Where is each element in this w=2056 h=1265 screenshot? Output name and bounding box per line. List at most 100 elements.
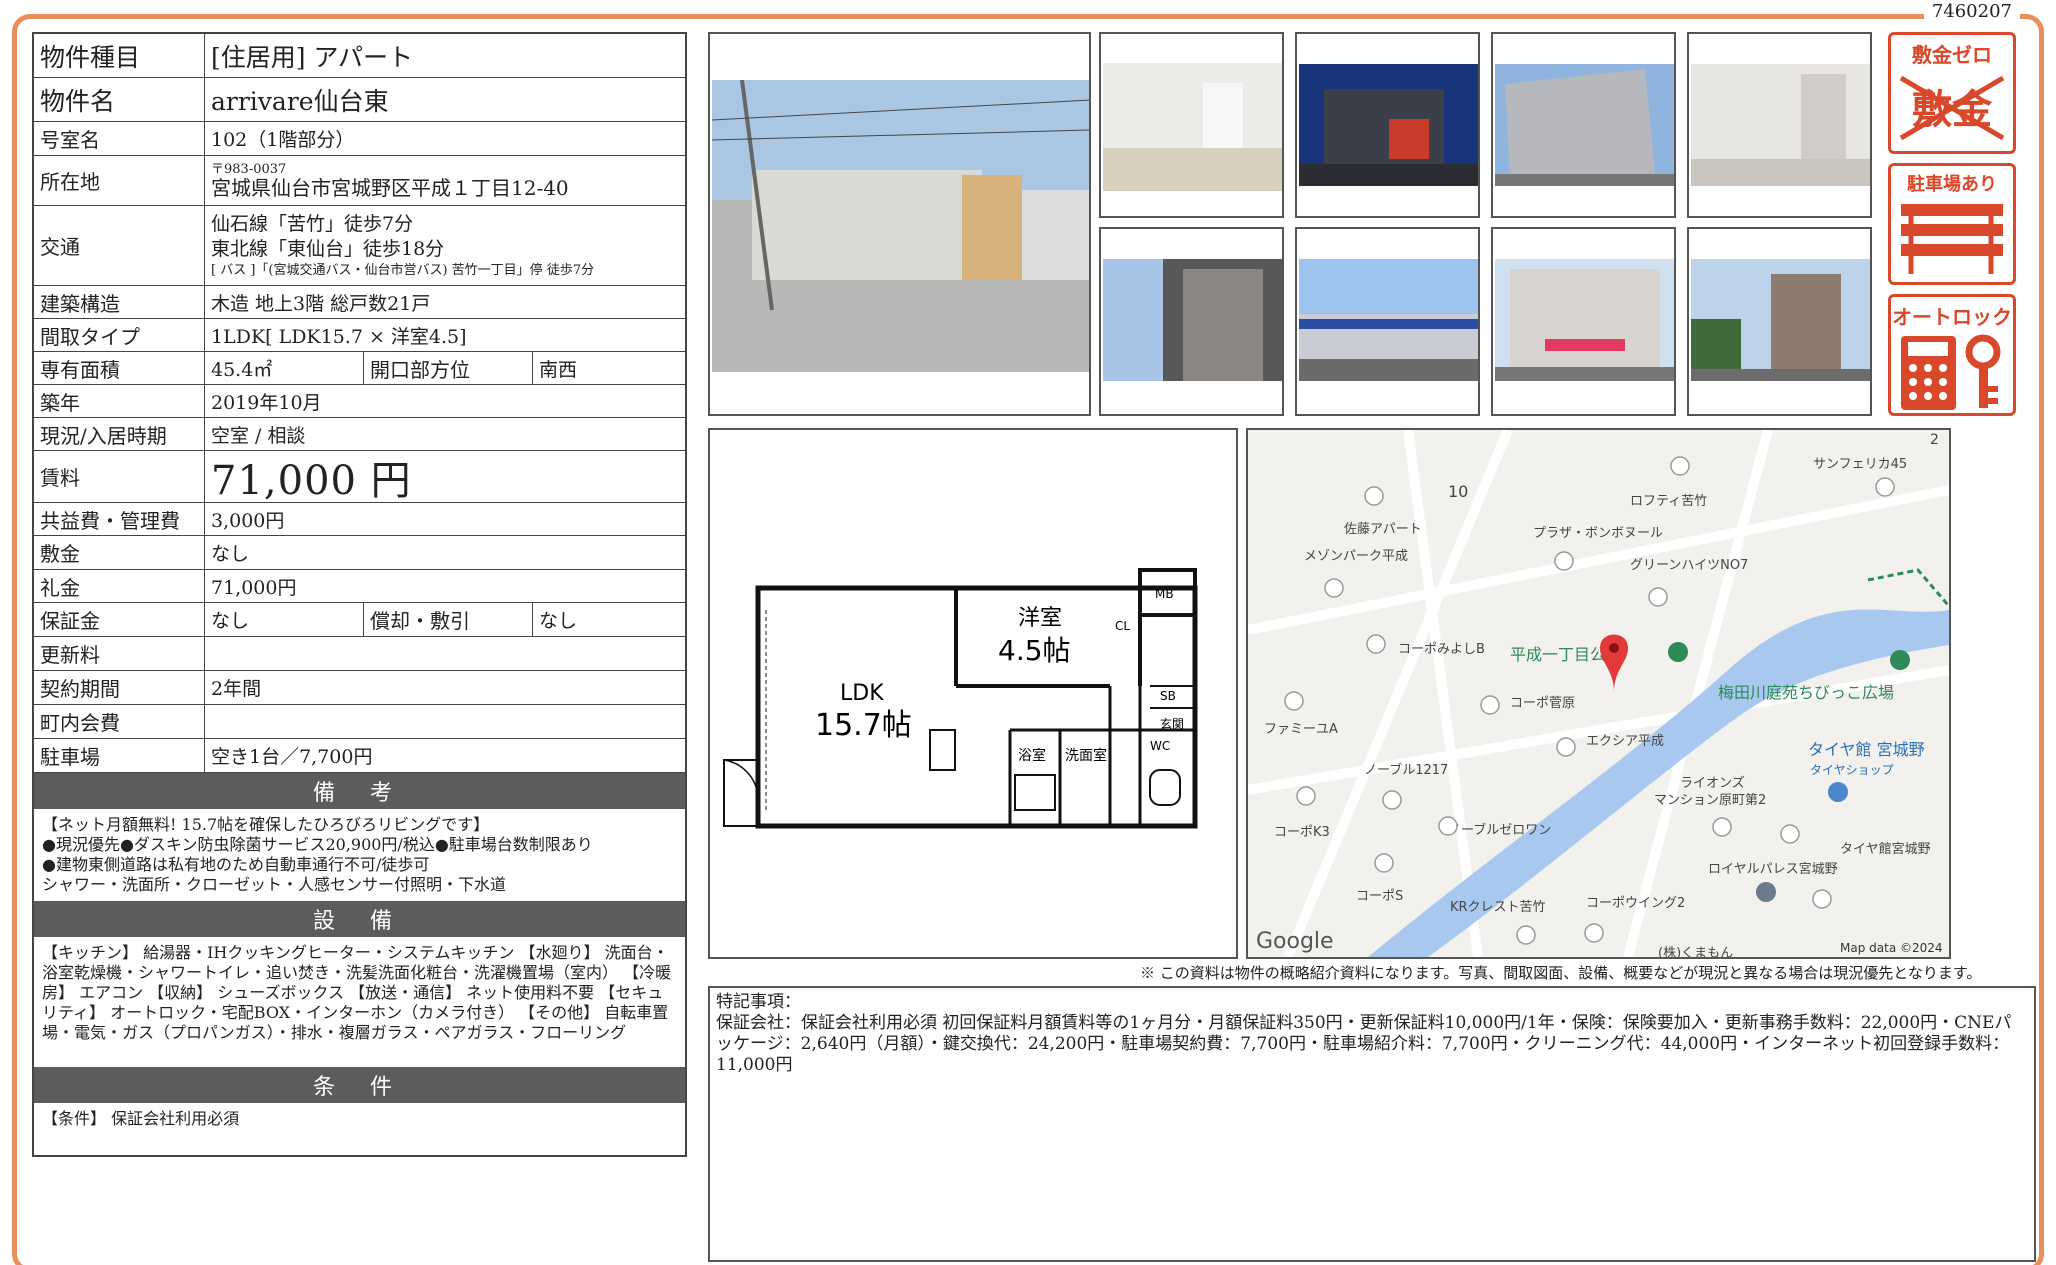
interior-photo-ldk[interactable] [1099,32,1284,218]
map-label: コーポS [1356,889,1403,904]
special-notes-title: 特記事項： [716,992,801,1012]
transit-line-2: 東北線「東仙台」徒歩18分 [211,237,445,260]
entrance-label: 玄関 [1160,716,1184,731]
convenience-store-image [1299,259,1478,381]
layout-label: 間取タイプ [34,319,205,351]
key-money-value: 71,000円 [211,576,297,599]
amortization-value: なし [539,610,578,632]
map-attribution: Map data ©2024 [1840,941,1943,955]
building-exterior-photo[interactable] [708,32,1091,416]
map-park-label: 梅田川庭苑ちびっこ広場 [1718,683,1894,702]
deposit-value: なし [211,543,250,565]
map-block-number: 10 [1448,482,1468,501]
drugstore-image [1495,259,1674,381]
mb-label: MB [1155,587,1174,601]
contract-value: 2年間 [211,678,262,700]
built-label: 築年 [34,385,205,417]
map-shop-sublabel: タイヤショップ [1810,763,1894,777]
transit-line-1: 仙石線「苦竹」徒歩7分 [211,212,414,235]
structure-label: 建築構造 [34,286,205,318]
remarks-line: ●建物東側道路は私有地のため自動車通行不可/徒歩可 [42,855,430,874]
area-value: 45.4㎡ [211,358,273,381]
name-label: 物件名 [34,78,205,121]
no-deposit-icon: 敷金 [1899,75,2005,141]
document-id: 7460207 [1923,1,2020,22]
convenience-store-photo[interactable] [1295,227,1480,416]
drugstore-photo[interactable] [1491,227,1676,416]
row-type: 物件種目 [住居用] アパート [34,34,685,78]
map-label: グリーンハイツNO7 [1630,558,1748,573]
map-label: コーポK3 [1274,825,1330,840]
area-label: 専有面積 [34,352,205,384]
map-label: ファミーユA [1264,722,1338,737]
conditions-heading: 条 件 [34,1067,685,1103]
row-rent: 賃料 71,000 円 [34,451,685,504]
map-shop-label: タイヤ館 宮城野 [1808,740,1925,759]
parking-badge-label: 駐車場あり [1907,174,1997,195]
row-status: 現況/入居時期 空室 / 相談 [34,418,685,451]
row-renewal: 更新料 [34,637,685,671]
renewal-label: 更新料 [34,637,205,670]
hallway-photo[interactable] [1099,227,1284,416]
room-label: 号室名 [34,122,205,155]
map-label: ロフティ苦竹 [1630,493,1707,509]
map-label: タイヤ館宮城野 [1840,841,1931,857]
status-value: 空室 / 相談 [211,424,306,447]
parking-icon [1901,204,2003,274]
community-value [205,705,685,738]
key-money-label: 礼金 [34,570,205,602]
map-canvas: 10 2 サンフェリカ45 ロフティ苦竹 佐藤アパート プラザ・ボンボヌール メ… [1248,430,1949,957]
community-label: 町内会費 [34,705,205,738]
location-map[interactable]: 10 2 サンフェリカ45 ロフティ苦竹 佐藤アパート プラザ・ボンボヌール メ… [1246,428,1951,959]
map-label: KRクレスト苦竹 [1450,899,1546,915]
ldk-label: LDK [840,681,884,706]
row-room: 号室名 102（1階部分） [34,122,685,156]
renewal-value [205,637,685,670]
washroom-label: 洗面室 [1065,747,1107,764]
parking-badge: 駐車場あり [1888,163,2016,285]
night-exterior-image [1299,64,1478,186]
floor-plan-drawing: LDK 15.7帖 洋室 4.5帖 CL MB SB 玄関 浴室 洗面室 WC [723,568,1198,829]
direction-label: 開口部方位 [363,352,533,384]
address-value: 宮城県仙台市宮城野区平成１丁目12-40 [211,175,569,200]
map-label: ノーブルゼロワン [1448,822,1551,838]
night-exterior-photo[interactable] [1295,32,1480,218]
map-label: プラザ・ボンボヌール [1533,526,1663,541]
map-label: コーポウイング2 [1586,896,1685,911]
interior-entrance-image [1691,64,1870,186]
structure-value: 木造 地上3階 総戸数21戸 [211,292,431,315]
row-contract: 契約期間 2年間 [34,671,685,705]
equipment-body: 【キッチン】 給湯器・IHクッキングヒーター・システムキッチン 【水廻り】 洗面… [42,943,672,1042]
row-parking: 駐車場 空き1台／7,700円 [34,739,685,773]
apartment-building-photo[interactable] [1687,227,1872,416]
row-fee: 共益費・管理費 3,000円 [34,503,685,536]
row-guarantee: 保証金 なし 償却・敷引 なし [34,603,685,637]
floor-plan: LDK 15.7帖 洋室 4.5帖 CL MB SB 玄関 浴室 洗面室 WC [708,428,1238,959]
building-exterior-image [712,80,1089,372]
shop-marker-icon [1756,782,1848,902]
contract-label: 契約期間 [34,671,205,704]
guarantee-value: なし [211,610,250,632]
remarks-heading: 備 考 [34,773,685,809]
exterior-side-photo[interactable] [1491,32,1676,218]
map-label: コーポみよしB [1398,642,1485,657]
transit-line-3: [ バス ]「(宮城交通バス・仙台市営バス) 苦竹一丁目」停 徒歩7分 [211,262,595,278]
map-label: エクシア平成 [1586,734,1664,749]
type-label: 物件種目 [34,34,205,77]
hallway-image [1103,259,1282,381]
bath-label: 浴室 [1018,747,1046,764]
interior-entrance-photo[interactable] [1687,32,1872,218]
parking-value: 空き1台／7,700円 [211,746,373,768]
row-structure: 建築構造 木造 地上3階 総戸数21戸 [34,286,685,319]
address-cell: 〒983-0037 宮城県仙台市宮城野区平成１丁目12-40 [205,156,685,205]
shoe-box-label: SB [1160,689,1176,703]
disclaimer-note: ※ この資料は物件の概略紹介資料になります。写真、間取図面、設備、概要などが現況… [1140,964,1982,982]
remarks-line: ●現況優先●ダスキン防虫除菌サービス20,900円/税込●駐車場台数制限あり [42,835,593,854]
row-transit: 交通 仙石線「苦竹」徒歩7分 東北線「東仙台」徒歩18分 [ バス ]「(宮城交… [34,206,685,286]
property-spec-table: 物件種目 [住居用] アパート 物件名 arrivare仙台東 号室名 102（… [32,32,687,1157]
zero-deposit-label: 敷金ゼロ [1912,43,1992,67]
row-community: 町内会費 [34,705,685,739]
google-logo: Google [1256,929,1334,954]
western-room-label: 洋室 [1018,606,1062,631]
deposit-label: 敷金 [34,536,205,569]
